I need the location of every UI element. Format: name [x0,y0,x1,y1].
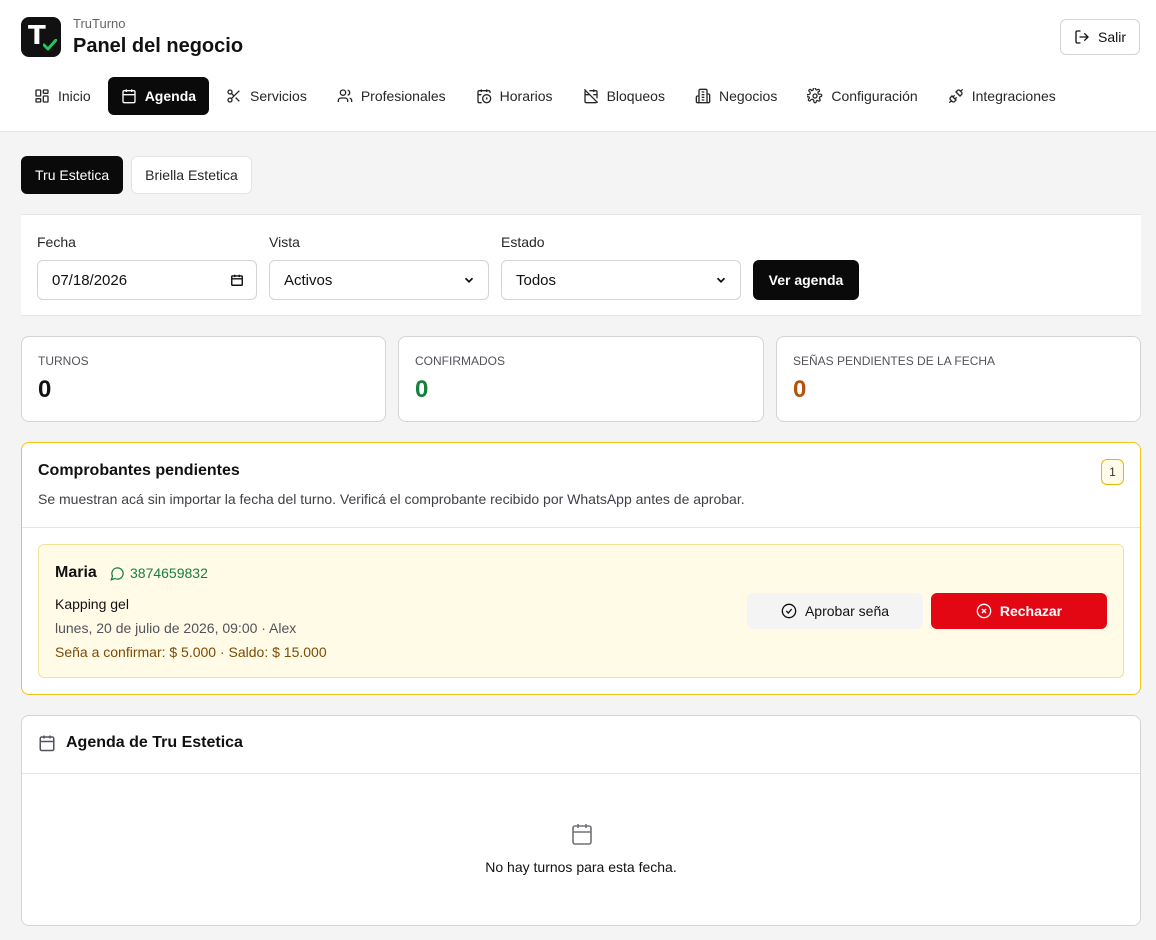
agenda-panel: Agenda de Tru Estetica No hay turnos par… [21,715,1141,926]
top-header: T TruTurno Panel del negocio Salir Inici… [0,0,1156,132]
plug-icon [948,88,964,104]
agenda-title: Agenda de Tru Estetica [66,734,243,751]
app-logo: T [21,17,61,57]
nav-item-servicios[interactable]: Servicios [213,77,320,115]
calendar-off-icon [583,88,599,104]
client-name: Maria [55,564,97,581]
grid-icon [34,88,50,104]
status-label: Estado [501,234,545,250]
calendar-icon [121,88,137,104]
empty-state-text: No hay turnos para esta fecha. [485,859,677,875]
check-circle-icon [781,603,797,619]
stat-value: 0 [38,376,52,403]
date-input[interactable]: 07/18/2026 [37,260,257,300]
view-label: Vista [269,234,300,250]
main-nav: Inicio Agenda Servicios Profesionales Ho… [21,77,1069,115]
calendar-clock-icon [476,88,492,104]
nav-item-negocios[interactable]: Negocios [682,77,790,115]
stat-label: SEÑAS PENDIENTES DE LA FECHA [793,354,996,368]
view-value: Activos [284,271,333,289]
chevron-down-icon [462,273,476,287]
filters-panel: Fecha 07/18/2026 Vista Activos Estado To… [21,214,1141,316]
view-agenda-button[interactable]: Ver agenda [753,260,859,300]
nav-label: Horarios [499,88,553,104]
stat-card-turnos: TURNOS 0 [21,336,386,422]
date-value: 07/18/2026 [52,271,128,289]
nav-label: Configuración [831,88,918,104]
calendar-icon [38,734,56,752]
approve-label: Aprobar seña [804,603,890,619]
nav-label: Integraciones [971,88,1056,104]
logout-button[interactable]: Salir [1060,19,1140,55]
pending-subtitle: Se muestran acá sin importar la fecha de… [38,491,745,507]
approve-deposit-button[interactable]: Aprobar seña [747,593,923,629]
nav-label: Negocios [718,88,778,104]
nav-item-configuracion[interactable]: Configuración [794,77,930,115]
deposit-summary: Seña a confirmar: $ 5.000 · Saldo: $ 15.… [55,644,327,660]
reject-label: Rechazar [999,603,1063,619]
tab-tru-estetica[interactable]: Tru Estetica [21,156,124,194]
calendar-empty-icon [570,822,594,846]
phone-number: 3874659832 [130,565,208,581]
reject-button[interactable]: Rechazar [931,593,1107,629]
business-tabs: Tru Estetica Briella Estetica [21,156,252,194]
brand-name: TruTurno [73,16,126,31]
building-icon [695,88,711,104]
nav-label: Bloqueos [606,88,665,104]
pending-receipts-panel: Comprobantes pendientes Se muestran acá … [21,442,1141,695]
stat-label: CONFIRMADOS [415,354,505,368]
divider [22,527,1140,528]
calendar-picker-icon[interactable] [230,273,244,287]
pending-count-badge: 1 [1101,459,1124,485]
nav-label: Inicio [58,88,91,104]
x-circle-icon [976,603,992,619]
scissors-icon [226,88,242,104]
gear-icon [807,88,823,104]
stat-value: 0 [415,376,429,403]
pending-item: Maria 3874659832 Kapping gel lunes, 20 d… [38,544,1124,678]
appointment-datetime: lunes, 20 de julio de 2026, 09:00 · Alex [55,620,297,636]
nav-label: Profesionales [360,88,446,104]
nav-item-agenda[interactable]: Agenda [107,77,210,115]
date-label: Fecha [37,234,76,250]
whatsapp-link[interactable]: 3874659832 [110,565,208,581]
stat-value: 0 [793,376,807,403]
stat-card-confirmados: CONFIRMADOS 0 [398,336,764,422]
status-value: Todos [516,271,557,289]
pending-title: Comprobantes pendientes [38,462,240,479]
tab-briella-estetica[interactable]: Briella Estetica [131,156,252,194]
stat-card-senas-pendientes: SEÑAS PENDIENTES DE LA FECHA 0 [776,336,1141,422]
users-icon [337,88,353,104]
logout-icon [1074,29,1090,45]
nav-item-horarios[interactable]: Horarios [463,77,566,115]
service-name: Kapping gel [55,596,129,612]
status-select[interactable]: Todos [501,260,741,300]
nav-item-integraciones[interactable]: Integraciones [935,77,1069,115]
logout-label: Salir [1097,29,1126,45]
whatsapp-icon [110,566,125,581]
nav-item-profesionales[interactable]: Profesionales [324,77,459,115]
stat-label: TURNOS [38,354,89,368]
agenda-header: Agenda de Tru Estetica [38,734,243,752]
nav-label: Servicios [250,88,307,104]
page-title: Panel del negocio [73,35,244,57]
nav-item-inicio[interactable]: Inicio [21,77,104,115]
divider [22,773,1140,774]
chevron-down-icon [714,273,728,287]
view-select[interactable]: Activos [269,260,489,300]
nav-item-bloqueos[interactable]: Bloqueos [570,77,678,115]
nav-label: Agenda [144,88,197,104]
